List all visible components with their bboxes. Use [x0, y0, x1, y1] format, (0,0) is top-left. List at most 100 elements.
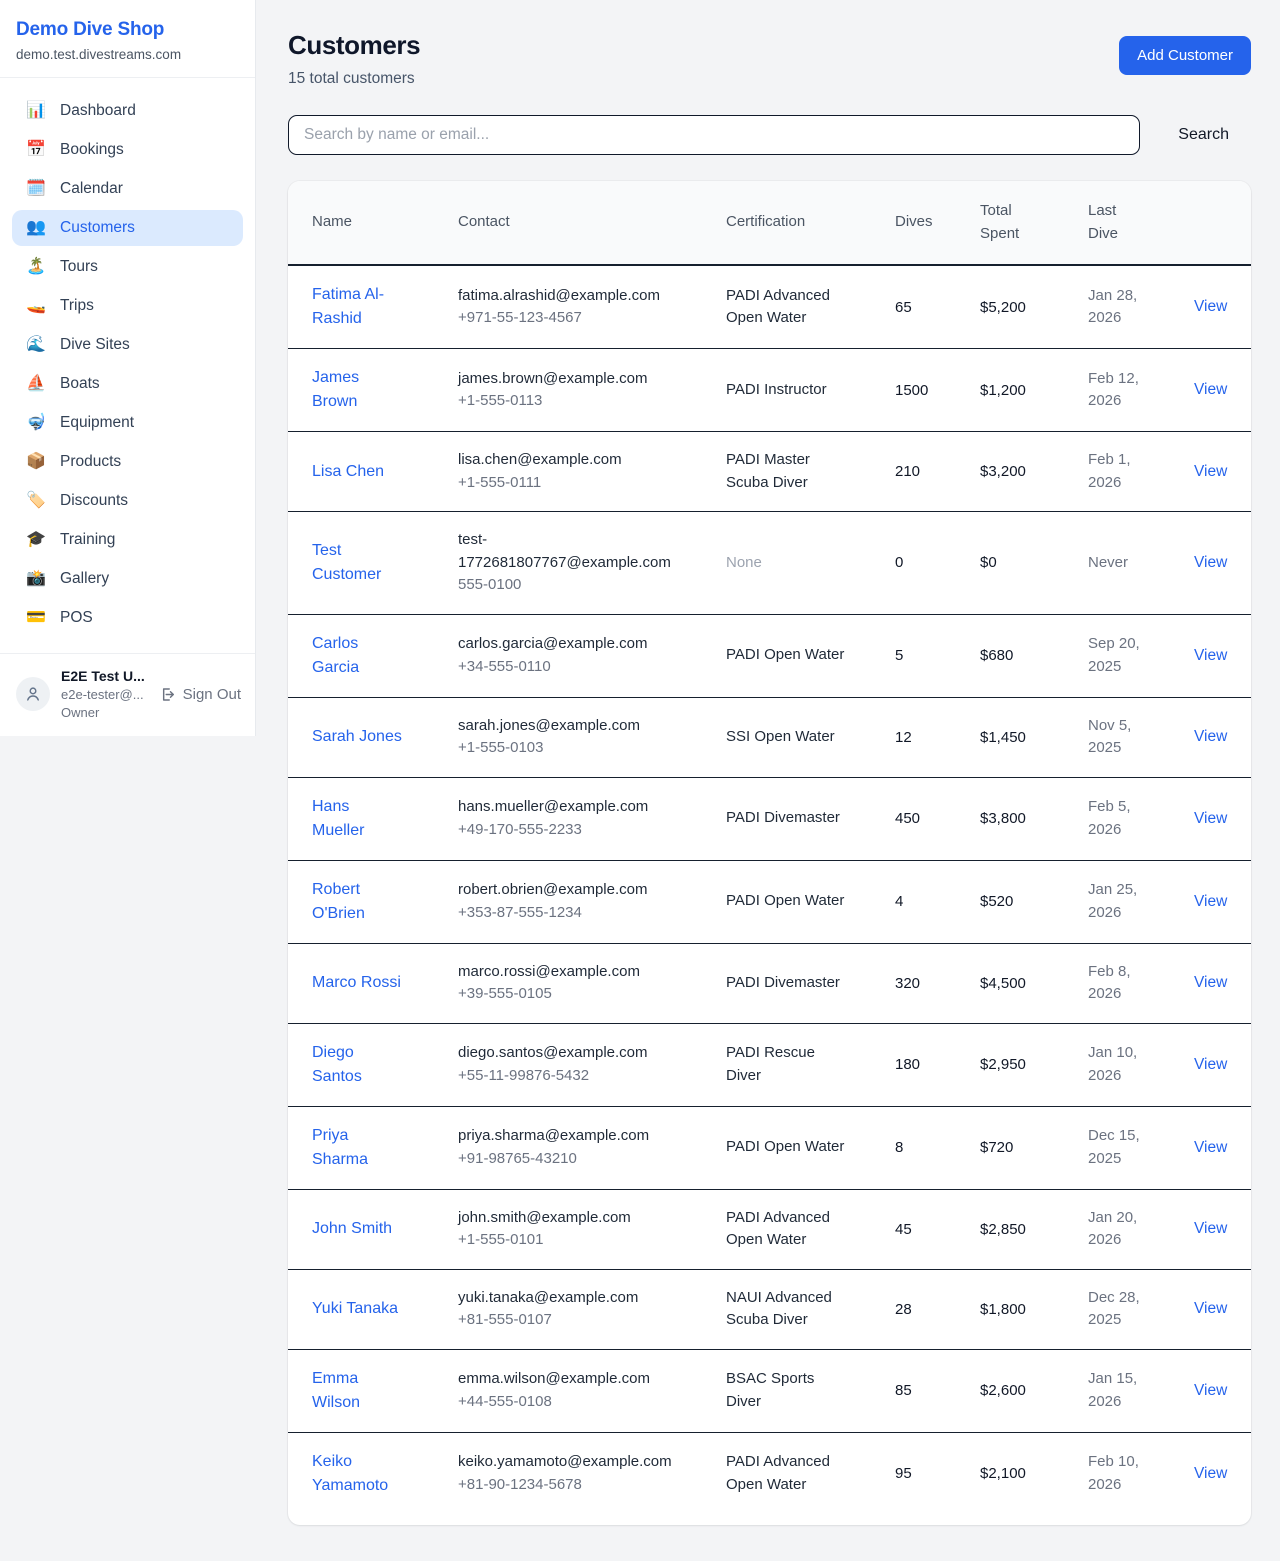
customer-dives: 320 [895, 943, 980, 1023]
table-row: Sarah Jonessarah.jones@example.com+1-555… [288, 697, 1251, 777]
customer-certification: SSI Open Water [726, 728, 835, 745]
customer-name-link[interactable]: Keiko Yamamoto [312, 1450, 404, 1498]
sidebar-item-calendar[interactable]: 🗓️Calendar [12, 171, 243, 207]
app: Demo Dive Shop demo.test.divestreams.com… [0, 0, 1280, 1561]
equipment-icon: 🤿 [26, 415, 46, 431]
customer-last-dive: Feb 10, 2026 [1088, 1453, 1139, 1493]
table-row: Marco Rossimarco.rossi@example.com+39-55… [288, 943, 1251, 1023]
view-link[interactable]: View [1194, 810, 1227, 827]
customers-table-card: NameContactCertificationDivesTotal Spent… [288, 181, 1251, 1525]
customer-dives: 12 [895, 697, 980, 777]
customer-total-spent: $1,800 [980, 1269, 1088, 1349]
customer-name-link[interactable]: Sarah Jones [312, 725, 402, 749]
sidebar-item-trips[interactable]: 🚤Trips [12, 288, 243, 324]
customer-name-link[interactable]: Carlos Garcia [312, 632, 404, 680]
customer-name-link[interactable]: Diego Santos [312, 1041, 404, 1089]
view-link[interactable]: View [1194, 728, 1227, 745]
sidebar-item-gallery[interactable]: 📸Gallery [12, 561, 243, 597]
sidebar-item-training[interactable]: 🎓Training [12, 522, 243, 558]
customer-phone: +971-55-123-4567 [458, 307, 682, 330]
sign-out-button[interactable]: Sign Out [159, 686, 241, 703]
customer-total-spent: $2,850 [980, 1189, 1088, 1269]
customer-name-link[interactable]: Emma Wilson [312, 1367, 404, 1415]
search-input[interactable] [288, 115, 1140, 155]
sidebar-item-equipment[interactable]: 🤿Equipment [12, 405, 243, 441]
view-link[interactable]: View [1194, 554, 1227, 571]
sidebar-item-pos[interactable]: 💳POS [12, 600, 243, 636]
customer-last-dive: Dec 15, 2025 [1088, 1127, 1140, 1167]
view-link[interactable]: View [1194, 974, 1227, 991]
trips-icon: 🚤 [26, 298, 46, 314]
customer-name-link[interactable]: Priya Sharma [312, 1124, 404, 1172]
customer-last-dive: Jan 10, 2026 [1088, 1044, 1137, 1084]
view-link[interactable]: View [1194, 647, 1227, 664]
sidebar-item-tours[interactable]: 🏝️Tours [12, 249, 243, 285]
customer-email: sarah.jones@example.com [458, 715, 682, 738]
customer-total-spent: $5,200 [980, 265, 1088, 349]
sidebar-item-label: Boats [60, 375, 100, 393]
customer-dives: 4 [895, 860, 980, 943]
customer-total-spent: $4,500 [980, 943, 1088, 1023]
customer-certification: PADI Divemaster [726, 974, 840, 991]
view-link[interactable]: View [1194, 381, 1227, 398]
view-link[interactable]: View [1194, 1056, 1227, 1073]
sidebar-item-customers[interactable]: 👥Customers [12, 210, 243, 246]
user-role: Owner [61, 705, 148, 720]
sidebar-item-bookings[interactable]: 📅Bookings [12, 132, 243, 168]
view-link[interactable]: View [1194, 1139, 1227, 1156]
customer-name-link[interactable]: Fatima Al-Rashid [312, 283, 404, 331]
col-actions [1194, 181, 1251, 265]
sidebar-item-label: Dive Sites [60, 336, 130, 354]
customer-total-spent: $520 [980, 860, 1088, 943]
customer-name-link[interactable]: James Brown [312, 366, 404, 414]
customer-last-dive: Jan 28, 2026 [1088, 287, 1137, 327]
col-name: Name [288, 181, 458, 265]
view-link[interactable]: View [1194, 463, 1227, 480]
customer-name-link[interactable]: John Smith [312, 1217, 392, 1241]
view-link[interactable]: View [1194, 1465, 1227, 1482]
sidebar: Demo Dive Shop demo.test.divestreams.com… [0, 0, 256, 736]
customer-phone: +39-555-0105 [458, 983, 682, 1006]
view-link[interactable]: View [1194, 1220, 1227, 1237]
customer-certification: PADI Advanced Open Water [726, 1209, 830, 1249]
customer-phone: +49-170-555-2233 [458, 819, 682, 842]
view-link[interactable]: View [1194, 298, 1227, 315]
customer-name-link[interactable]: Hans Mueller [312, 795, 404, 843]
customer-name-link[interactable]: Lisa Chen [312, 460, 384, 484]
customer-email: robert.obrien@example.com [458, 879, 682, 902]
customer-name-link[interactable]: Test Customer [312, 539, 404, 587]
view-link[interactable]: View [1194, 893, 1227, 910]
table-row: Diego Santosdiego.santos@example.com+55-… [288, 1023, 1251, 1106]
sidebar-item-products[interactable]: 📦Products [12, 444, 243, 480]
sidebar-item-label: POS [60, 609, 93, 627]
user-name: E2E Test U... [61, 668, 148, 684]
customer-certification: PADI Advanced Open Water [726, 287, 830, 327]
customer-count: 15 total customers [288, 70, 420, 88]
sidebar-item-dashboard[interactable]: 📊Dashboard [12, 93, 243, 129]
sidebar-item-discounts[interactable]: 🏷️Discounts [12, 483, 243, 519]
customer-email: keiko.yamamoto@example.com [458, 1451, 682, 1474]
customer-name-link[interactable]: Marco Rossi [312, 971, 401, 995]
sidebar-item-label: Tours [60, 258, 98, 276]
sidebar-item-boats[interactable]: ⛵Boats [12, 366, 243, 402]
customer-dives: 28 [895, 1269, 980, 1349]
customer-certification: PADI Open Water [726, 646, 844, 663]
page-title: Customers [288, 30, 420, 61]
table-row: Test Customertest-1772681807767@example.… [288, 512, 1251, 615]
customer-dives: 8 [895, 1106, 980, 1189]
search-button[interactable]: Search [1170, 120, 1237, 150]
customer-email: hans.mueller@example.com [458, 796, 682, 819]
sidebar-item-dive-sites[interactable]: 🌊Dive Sites [12, 327, 243, 363]
add-customer-button[interactable]: Add Customer [1119, 36, 1251, 75]
view-link[interactable]: View [1194, 1300, 1227, 1317]
customer-phone: 555-0100 [458, 574, 682, 597]
customer-dives: 45 [895, 1189, 980, 1269]
customer-last-dive: Jan 20, 2026 [1088, 1209, 1137, 1249]
customer-email: john.smith@example.com [458, 1207, 682, 1230]
customer-phone: +34-555-0110 [458, 656, 682, 679]
view-link[interactable]: View [1194, 1382, 1227, 1399]
customer-certification: NAUI Advanced Scuba Diver [726, 1289, 832, 1329]
customer-name-link[interactable]: Robert O'Brien [312, 878, 404, 926]
col-total-spent: Total Spent [980, 181, 1088, 265]
customer-name-link[interactable]: Yuki Tanaka [312, 1297, 398, 1321]
